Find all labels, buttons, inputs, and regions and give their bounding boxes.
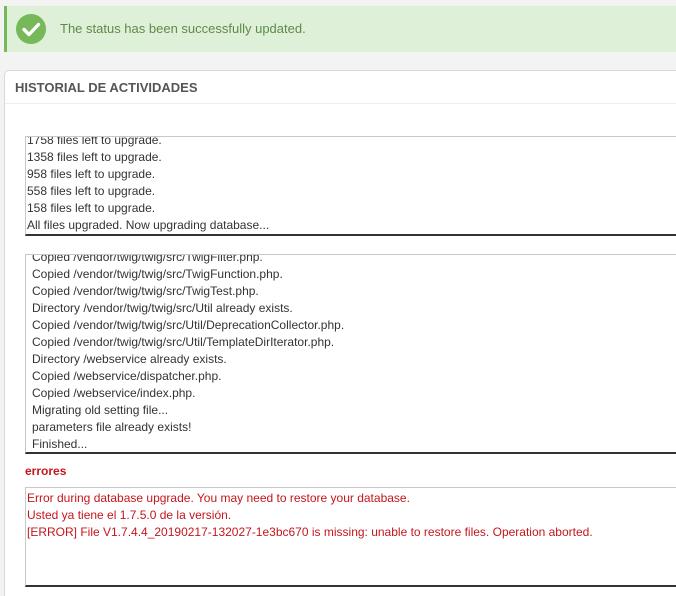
- log-line: Error during database upgrade. You may n…: [27, 491, 410, 505]
- log-line: Finished...: [32, 437, 88, 451]
- upgrade-log-lines: 1758 files left to upgrade. 1358 files le…: [26, 136, 676, 234]
- panel-divider: [5, 103, 676, 104]
- panel-title: HISTORIAL DE ACTIVIDADES: [15, 80, 198, 95]
- log-line: Copied /webservice/index.php.: [32, 386, 196, 400]
- success-alert: The status has been successfully updated…: [4, 6, 676, 52]
- log-line: 958 files left to upgrade.: [27, 167, 156, 181]
- log-line: Copied /webservice/dispatcher.php.: [32, 369, 222, 383]
- log-line: Directory /vendor/twig/twig/src/Util alr…: [32, 301, 293, 315]
- log-line: 1758 files left to upgrade.: [27, 136, 162, 147]
- log-line: Copied /vendor/twig/twig/src/TwigFunctio…: [32, 267, 283, 281]
- log-line: Migrating old setting file...: [32, 403, 169, 417]
- alert-message: The status has been successfully updated…: [60, 21, 306, 36]
- log-line: Usted ya tiene el 1.7.5.0 de la versión.: [27, 508, 232, 522]
- log-line: [ERROR] File V1.7.4.4_20190217-132027-1e…: [27, 525, 593, 539]
- log-line: 1358 files left to upgrade.: [27, 150, 162, 164]
- log-line: Copied /vendor/twig/twig/src/TwigFilter.…: [32, 254, 263, 264]
- log-line: Copied /vendor/twig/twig/src/Util/Deprec…: [32, 318, 345, 332]
- page: The status has been successfully updated…: [0, 0, 676, 596]
- log-line: parameters file already exists!: [32, 420, 192, 434]
- log-line: Copied /vendor/twig/twig/src/TwigTest.ph…: [32, 284, 259, 298]
- errors-log-box[interactable]: Error during database upgrade. You may n…: [25, 487, 676, 587]
- files-log-lines: Copied /vendor/twig/twig/src/TwigFilter.…: [26, 254, 676, 452]
- log-line: Directory /webservice already exists.: [32, 352, 227, 366]
- check-circle-icon: [16, 14, 46, 44]
- errors-label: errores: [25, 464, 67, 478]
- log-line: 558 files left to upgrade.: [27, 184, 156, 198]
- upgrade-log-box[interactable]: 1758 files left to upgrade. 1358 files le…: [25, 136, 676, 236]
- errors-log-lines: Error during database upgrade. You may n…: [26, 490, 676, 541]
- log-line: All files upgraded. Now upgrading databa…: [27, 218, 270, 232]
- files-log-box[interactable]: Copied /vendor/twig/twig/src/TwigFilter.…: [25, 254, 676, 454]
- log-line: 158 files left to upgrade.: [27, 201, 156, 215]
- log-line: Copied /vendor/twig/twig/src/Util/Templa…: [32, 335, 335, 349]
